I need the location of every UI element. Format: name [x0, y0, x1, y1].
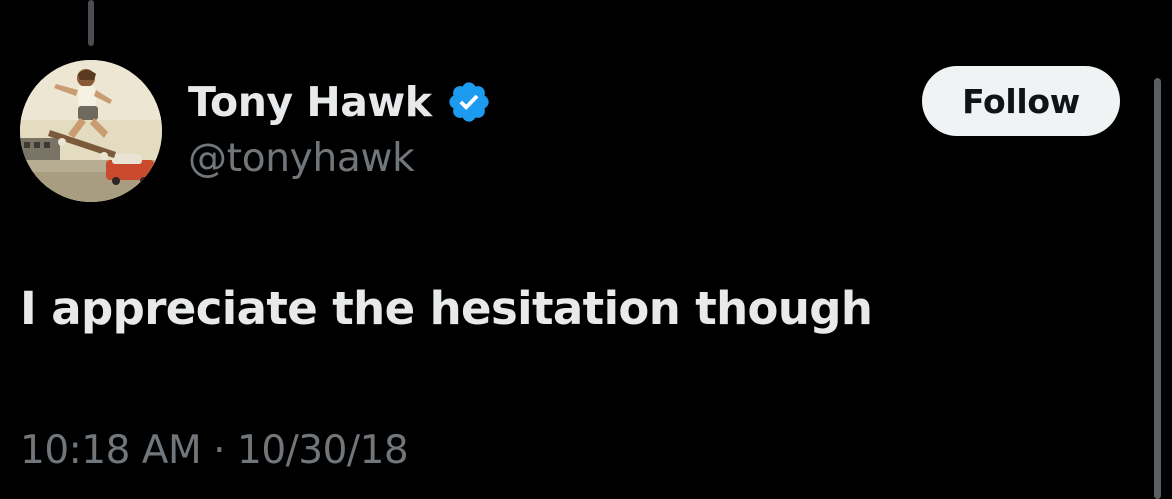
author-handle[interactable]: @tonyhawk	[188, 136, 415, 181]
thread-connector-line	[88, 0, 94, 46]
skateboarder-photo-avatar-icon	[20, 60, 162, 202]
tweet-date[interactable]: 10/30/18	[237, 428, 409, 473]
avatar[interactable]	[20, 60, 162, 202]
timestamp-separator: ·	[213, 428, 226, 473]
follow-button[interactable]: Follow	[922, 66, 1120, 136]
author-name-row: Tony Hawk	[188, 72, 492, 132]
tweet-timestamp[interactable]: 10:18 AM · 10/30/18	[20, 428, 409, 473]
scrollbar[interactable]	[1154, 78, 1161, 499]
tweet-time[interactable]: 10:18 AM	[20, 428, 202, 473]
tweet-text: I appreciate the hesitation though	[20, 282, 873, 335]
verified-badge-icon[interactable]	[446, 79, 492, 125]
author-display-name[interactable]: Tony Hawk	[188, 78, 432, 126]
